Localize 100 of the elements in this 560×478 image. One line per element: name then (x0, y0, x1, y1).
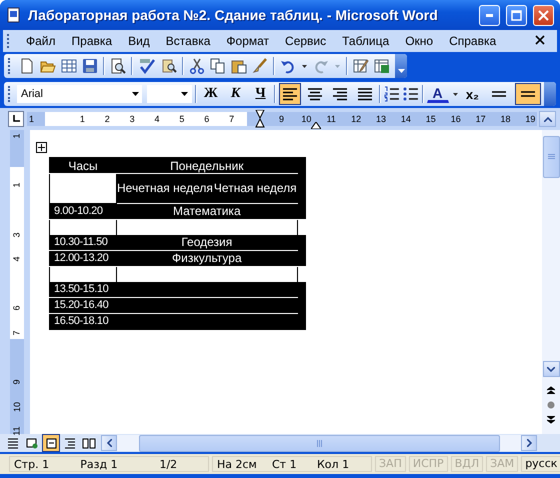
table-cell: 9.00-10.20 (50, 203, 116, 219)
ruler-number: 6 (12, 306, 22, 311)
table-cell: Физкультура (116, 250, 298, 266)
ruler-number: 1 (12, 182, 22, 188)
print-layout-icon (44, 436, 58, 450)
ruler-number: 18 (500, 114, 510, 124)
ruler-number: 16 (450, 114, 461, 124)
scroll-down-button[interactable] (542, 361, 560, 377)
table-pencil-icon[interactable] (353, 58, 369, 74)
justify-icon (356, 86, 373, 102)
close-icon[interactable] (535, 35, 545, 45)
ruler-number: 5 (179, 114, 184, 124)
ruler-number: 1 (12, 134, 22, 139)
language-indicator: русск (521, 456, 560, 472)
ruler-number: 10 (301, 114, 312, 124)
tab-marker-icon[interactable] (311, 122, 321, 129)
caret-icon (398, 68, 404, 74)
table-cell: Геодезия (116, 234, 298, 250)
indent-marker-icon[interactable] (255, 110, 265, 128)
undo-icon[interactable] (280, 58, 296, 74)
ruler-number: 9 (278, 114, 284, 124)
ruler-number: 1 (80, 114, 85, 124)
scrollbar-thumb[interactable] (542, 136, 560, 178)
grip-icon (548, 154, 554, 160)
browse-object-icon[interactable] (547, 401, 555, 409)
dropdown-arrow-icon (132, 92, 139, 96)
menu-item[interactable]: Таблица (334, 32, 398, 50)
table-cell: 13.50-15.10 (50, 282, 116, 297)
bold-button[interactable]: Ж (200, 83, 222, 105)
ruler-number: 13 (376, 114, 386, 124)
ruler-number: 15 (426, 114, 436, 124)
ruler-number: 4 (12, 256, 22, 262)
ruler-number: 1 (29, 114, 34, 124)
double-line-icon (520, 90, 536, 98)
ruler-number: 7 (12, 330, 22, 336)
font-size-field[interactable] (147, 85, 192, 103)
numbered-list-icon[interactable] (384, 86, 400, 102)
menu-item[interactable]: Справка (441, 32, 504, 50)
underline-button[interactable]: Ч (250, 83, 272, 105)
table-cell: 10.30-11.50 (50, 234, 116, 250)
menu-item[interactable]: Окно (397, 32, 442, 50)
ruler-number: 6 (204, 114, 210, 124)
menu-item[interactable]: Вид (120, 32, 158, 50)
new-document-icon[interactable] (19, 58, 35, 74)
table-cell: Понедельник (116, 158, 298, 174)
table-cell: Математика (116, 203, 298, 219)
previous-page-icon[interactable] (547, 386, 555, 394)
menu-item[interactable]: Формат (218, 32, 278, 50)
spellcheck-icon[interactable] (138, 58, 156, 74)
align-right-icon (332, 86, 348, 102)
ruler-number: 14 (400, 114, 411, 124)
maximize-button[interactable] (506, 4, 527, 26)
table-grid-icon[interactable] (61, 58, 77, 74)
minimize-button[interactable] (479, 4, 500, 26)
scroll-left-button[interactable] (101, 435, 117, 451)
clipboard-icon[interactable] (231, 58, 247, 74)
normal-view-icon (6, 436, 20, 450)
scissors-icon[interactable] (189, 58, 205, 74)
font-name-field[interactable]: Arial (16, 85, 142, 103)
spreadsheet-icon[interactable] (374, 58, 390, 74)
web-layout-icon (25, 436, 39, 450)
menu-item[interactable]: Файл (18, 32, 64, 50)
toolbar-options-button[interactable] (395, 54, 407, 78)
menu-item[interactable]: Вставка (158, 32, 218, 50)
dropdown-arrow-icon (181, 92, 188, 96)
next-page-icon[interactable] (547, 416, 555, 424)
scroll-right-button[interactable] (521, 435, 537, 451)
ruler-number: 3 (130, 114, 135, 124)
border-button[interactable] (515, 83, 542, 105)
ruler-number: 17 (476, 114, 486, 124)
ruler-number: 19 (525, 114, 536, 124)
book-magnifier-icon[interactable] (161, 58, 177, 74)
font-color-button[interactable]: A (426, 86, 449, 102)
table-cell: 12.00-13.20 (50, 250, 116, 266)
move-handle-icon[interactable] (36, 142, 47, 153)
table-cell: Нечетная неделя (116, 174, 214, 203)
italic-button[interactable]: К (224, 83, 247, 105)
print-preview-icon[interactable] (110, 58, 126, 74)
table-cell: Четная неделя (213, 174, 298, 203)
scroll-up-button[interactable] (539, 111, 556, 127)
subscript-button[interactable]: x₂ (462, 83, 484, 105)
window-title: Лабораторная работа №2. Сдание таблиц. - Microsoft Word (28, 7, 439, 23)
bulleted-list-icon[interactable] (402, 86, 419, 102)
tab-stop-selector[interactable] (8, 111, 24, 127)
menu-item[interactable]: Сервис (277, 32, 334, 50)
print-layout-button[interactable] (42, 434, 60, 452)
ruler-number: 11 (326, 114, 336, 124)
close-icon (538, 10, 549, 20)
align-left-button[interactable] (279, 83, 302, 105)
ruler-number: 4 (154, 114, 160, 124)
close-button[interactable] (533, 4, 554, 26)
align-left-icon (282, 86, 298, 102)
scrollbar-thumb[interactable] (139, 434, 500, 452)
menu-item[interactable]: Правка (64, 32, 120, 50)
ruler-number: 10 (12, 402, 22, 412)
paintbrush-icon[interactable] (252, 58, 268, 74)
copy-icon[interactable] (210, 58, 226, 74)
ruler-number: 3 (12, 232, 22, 238)
double-line-icon (491, 90, 508, 98)
ruler-number: 12 (351, 114, 362, 124)
